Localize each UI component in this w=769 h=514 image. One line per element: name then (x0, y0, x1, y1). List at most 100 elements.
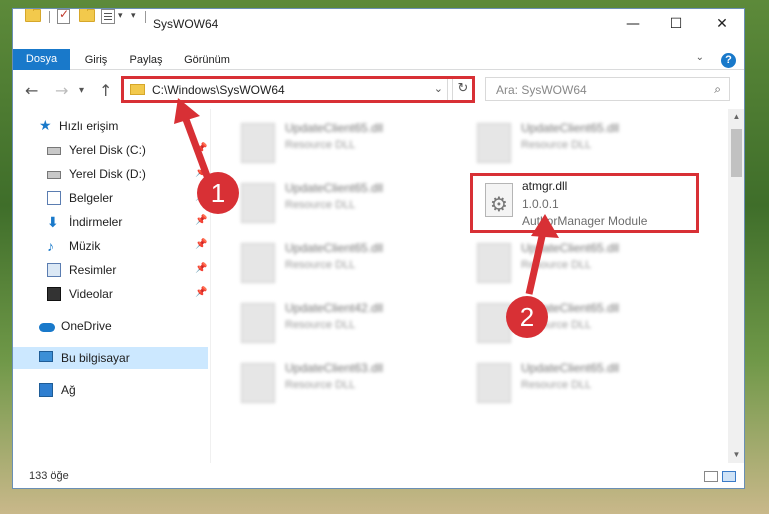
new-folder-icon[interactable] (79, 9, 95, 22)
tab-home[interactable]: Giriş (79, 49, 113, 71)
maximize-button[interactable]: ☐ (653, 9, 699, 39)
expand-ribbon-icon[interactable]: ⌄ (696, 52, 704, 63)
tab-file[interactable]: Dosya (13, 49, 70, 70)
dll-file-icon (241, 243, 275, 283)
dll-file-icon (241, 303, 275, 343)
minimize-button[interactable]: — (610, 9, 656, 39)
sidebar-item-videos[interactable]: Videolar 📌 (13, 283, 208, 305)
search-placeholder[interactable]: Ara: SysWOW64 (496, 83, 587, 97)
dll-file-icon (477, 123, 511, 163)
sidebar-item-label: Resimler (69, 263, 117, 277)
file-type: Resource DLL (521, 139, 592, 151)
file-name: UpdateClient65.dll (285, 181, 384, 195)
onedrive-icon (39, 323, 55, 332)
file-highlight-box (470, 173, 699, 233)
chevron-down-icon[interactable]: ▾ (118, 10, 123, 26)
scroll-down-arrow-icon[interactable]: ▼ (728, 447, 744, 463)
back-arrow-icon[interactable]: ← (25, 81, 38, 100)
tab-share[interactable]: Paylaş (125, 49, 167, 71)
sidebar-item-label: Videolar (69, 287, 113, 301)
file-type: Resource DLL (285, 379, 356, 391)
status-bar: 133 öğe (13, 465, 744, 488)
sidebar-item-this-pc[interactable]: Bu bilgisayar (13, 347, 208, 369)
file-name: UpdateClient42.dll (285, 301, 384, 315)
sidebar-item-label: Hızlı erişim (59, 119, 119, 133)
this-pc-icon (39, 351, 53, 362)
file-name: UpdateClient65.dll (285, 241, 384, 255)
dll-file-icon (241, 183, 275, 223)
scroll-up-arrow-icon[interactable]: ▲ (728, 109, 744, 125)
sidebar-item-label: Bu bilgisayar (61, 351, 130, 365)
pin-icon[interactable]: 📌 (195, 239, 207, 250)
file-tile[interactable]: UpdateClient65.dll Resource DLL (211, 233, 441, 289)
vertical-scrollbar[interactable]: ▲ ▼ (728, 109, 744, 463)
drive-icon (47, 147, 61, 155)
arrow-to-file (525, 214, 559, 295)
sidebar-item-label: Yerel Disk (C:) (69, 143, 146, 157)
tiles-view-icon[interactable] (722, 471, 736, 482)
network-icon (39, 383, 53, 397)
sidebar-item-label: OneDrive (61, 319, 112, 333)
file-type: Resource DLL (285, 259, 356, 271)
customize-toolbar-icon[interactable]: ▾ (131, 10, 136, 26)
help-icon[interactable]: ? (721, 53, 736, 68)
recent-locations-icon[interactable]: ▾ (79, 85, 84, 96)
file-tile[interactable]: UpdateClient65.dll Resource DLL (447, 113, 677, 169)
sidebar-item-label: İndirmeler (69, 215, 123, 229)
properties-check-icon[interactable] (57, 9, 70, 24)
scroll-thumb[interactable] (731, 129, 742, 177)
sidebar-item-label: Belgeler (69, 191, 114, 205)
sidebar-item-label: Ağ (61, 383, 76, 397)
file-type: Resource DLL (285, 199, 356, 211)
forward-arrow-icon[interactable]: → (55, 81, 68, 100)
videos-icon (47, 287, 61, 301)
file-name: UpdateClient65.dll (521, 121, 620, 135)
file-list: UpdateClient65.dll Resource DLL UpdateCl… (210, 109, 728, 463)
close-button[interactable]: ✕ (699, 9, 744, 39)
music-icon: ♪ (47, 238, 54, 254)
sidebar-item-network[interactable]: Ağ (13, 379, 208, 401)
search-box[interactable]: Ara: SysWOW64 ⌕ (485, 77, 730, 101)
downloads-icon: ⬇ (47, 214, 59, 230)
file-name: UpdateClient63.dll (285, 361, 384, 375)
sidebar-item-pictures[interactable]: Resimler 📌 (13, 259, 208, 281)
file-tile[interactable]: UpdateClient65.dll Resource DLL (447, 353, 677, 409)
tab-view[interactable]: Görünüm (179, 49, 235, 71)
item-count: 133 öğe (29, 470, 69, 482)
dll-file-icon (477, 363, 511, 403)
sidebar-item-label: Yerel Disk (D:) (69, 167, 146, 181)
step-badge-2: 2 (506, 296, 548, 338)
properties-icon[interactable] (101, 9, 115, 24)
pictures-icon (47, 263, 61, 277)
up-arrow-icon[interactable]: ↑ (99, 81, 112, 100)
file-tile[interactable]: UpdateClient65.dll Resource DLL (211, 173, 441, 229)
folder-icon (25, 9, 41, 22)
pin-icon[interactable]: 📌 (195, 287, 207, 298)
file-type: Resource DLL (285, 139, 356, 151)
sidebar-item-onedrive[interactable]: OneDrive (13, 315, 208, 337)
pin-icon[interactable]: 📌 (195, 263, 207, 274)
search-icon[interactable]: ⌕ (714, 82, 721, 97)
file-tile[interactable]: UpdateClient65.dll Resource DLL (211, 113, 441, 169)
drive-icon (47, 171, 61, 179)
file-type: Resource DLL (521, 379, 592, 391)
window-title: SysWOW64 (153, 17, 219, 31)
step-badge-1: 1 (197, 172, 239, 214)
toolbar-separator (145, 11, 146, 23)
documents-icon (47, 191, 61, 205)
toolbar-separator (49, 11, 50, 23)
details-view-icon[interactable] (704, 471, 718, 482)
file-tile[interactable]: UpdateClient42.dll Resource DLL (211, 293, 441, 349)
sidebar-item-label: Müzik (69, 239, 101, 253)
file-name: UpdateClient65.dll (521, 361, 620, 375)
sidebar-item-music[interactable]: ♪ Müzik 📌 (13, 235, 208, 257)
dll-file-icon (477, 243, 511, 283)
star-icon: ★ (39, 118, 52, 134)
dll-file-icon (241, 123, 275, 163)
sidebar-item-downloads[interactable]: ⬇ İndirmeler 📌 (13, 211, 208, 233)
pin-icon[interactable]: 📌 (195, 215, 207, 226)
file-name: UpdateClient65.dll (285, 121, 384, 135)
file-type: Resource DLL (285, 319, 356, 331)
file-tile[interactable]: UpdateClient63.dll Resource DLL (211, 353, 441, 409)
title-bar: ▾ ▾ SysWOW64 — ☐ ✕ (13, 9, 744, 40)
